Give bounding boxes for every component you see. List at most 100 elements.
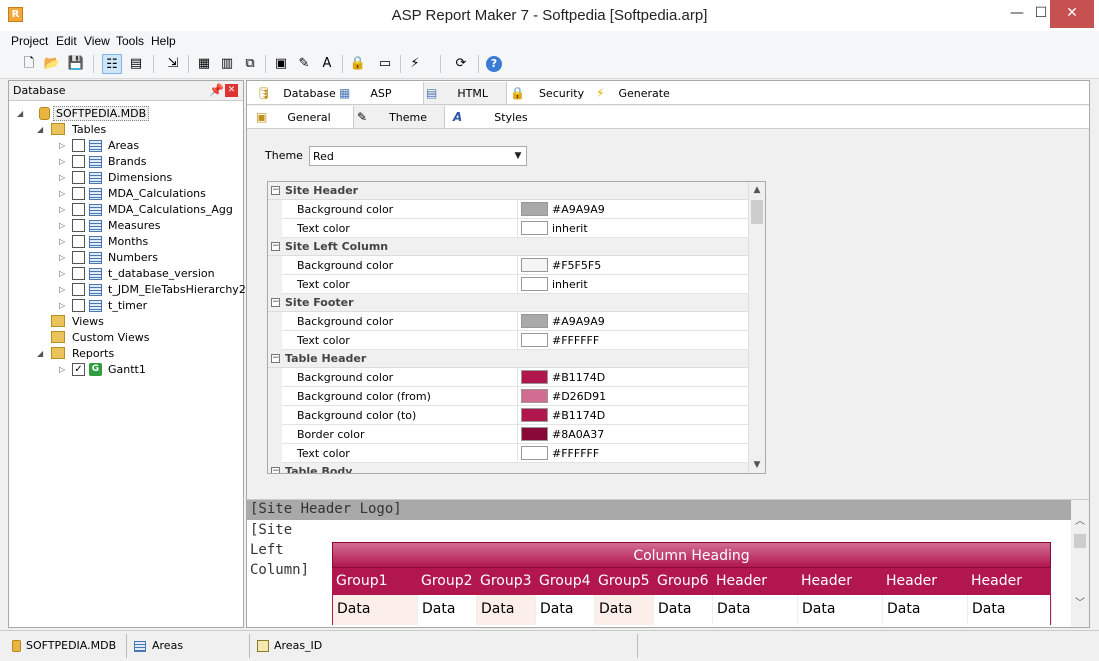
- property-row[interactable]: Background color #A9A9A9: [268, 312, 748, 331]
- property-grid-scrollbar[interactable]: ▲ ▼: [748, 182, 765, 473]
- property-row[interactable]: Text color #FFFFFF: [268, 331, 748, 350]
- expand-icon[interactable]: ▷: [59, 221, 65, 230]
- property-value[interactable]: #D26D91: [552, 390, 606, 403]
- property-row[interactable]: Text color inherit: [268, 219, 748, 238]
- color-swatch[interactable]: [521, 408, 548, 422]
- scroll-up-icon[interactable]: ︿: [1072, 512, 1088, 528]
- property-value[interactable]: #B1174D: [552, 409, 605, 422]
- color-swatch[interactable]: [521, 277, 548, 291]
- scroll-thumb[interactable]: [751, 200, 763, 224]
- color-swatch[interactable]: [521, 370, 548, 384]
- theme-select[interactable]: Red ▼: [309, 146, 527, 166]
- property-value[interactable]: #8A0A37: [552, 428, 604, 441]
- property-category[interactable]: − Site Left Column: [268, 238, 748, 256]
- property-row[interactable]: Text color #FFFFFF: [268, 444, 748, 463]
- pin-icon[interactable]: 📌: [209, 83, 224, 97]
- property-row[interactable]: Background color (from) #D26D91: [268, 387, 748, 406]
- expand-icon[interactable]: ▷: [59, 365, 65, 374]
- table-checkbox[interactable]: [72, 235, 85, 248]
- property-category[interactable]: − Site Footer: [268, 294, 748, 312]
- menu-edit[interactable]: Edit: [56, 34, 77, 48]
- copy-table-icon[interactable]: ⧉: [240, 54, 260, 74]
- menu-view[interactable]: View: [84, 34, 110, 48]
- tab-theme[interactable]: ✎ Theme: [353, 106, 445, 128]
- table-checkbox[interactable]: [72, 171, 85, 184]
- property-value[interactable]: #FFFFFF: [552, 334, 599, 347]
- color-swatch[interactable]: [521, 202, 548, 216]
- save-icon[interactable]: 💾: [66, 54, 86, 74]
- property-row[interactable]: Background color #F5F5F5: [268, 256, 748, 275]
- scroll-down-icon[interactable]: ﹀: [1072, 594, 1088, 610]
- tree-view-icon[interactable]: ☷: [102, 54, 122, 74]
- scroll-up-icon[interactable]: ▲: [749, 182, 765, 198]
- expand-icon[interactable]: ▷: [59, 269, 65, 278]
- property-category[interactable]: − Table Header: [268, 350, 748, 368]
- expand-icon[interactable]: ▷: [59, 285, 65, 294]
- property-value[interactable]: #F5F5F5: [552, 259, 601, 272]
- expand-icon[interactable]: ▷: [59, 173, 65, 182]
- menu-help[interactable]: Help: [151, 34, 176, 48]
- expand-icon[interactable]: ▷: [59, 301, 65, 310]
- expand-icon[interactable]: ▷: [59, 157, 65, 166]
- panel-close-icon[interactable]: ✕: [225, 84, 238, 97]
- expand-icon[interactable]: ▷: [59, 189, 65, 198]
- chevron-down-icon[interactable]: ▼: [510, 147, 526, 165]
- page-yellow-icon[interactable]: ▣: [271, 54, 291, 74]
- font-style-icon[interactable]: A: [317, 54, 337, 74]
- collapse-icon[interactable]: −: [271, 354, 280, 363]
- close-button[interactable]: ✕: [1050, 0, 1094, 28]
- property-row[interactable]: Background color #B1174D: [268, 368, 748, 387]
- collapse-icon[interactable]: ◢: [37, 349, 43, 358]
- report-checkbox[interactable]: ✓: [72, 363, 85, 376]
- scroll-thumb[interactable]: [1074, 534, 1086, 548]
- table-checkbox[interactable]: [72, 203, 85, 216]
- tab-styles[interactable]: A Styles: [453, 106, 543, 128]
- table-checkbox[interactable]: [72, 187, 85, 200]
- help-icon[interactable]: ?: [486, 56, 502, 72]
- property-value[interactable]: #FFFFFF: [552, 447, 599, 460]
- refresh-icon[interactable]: ⟳: [451, 54, 471, 74]
- property-value[interactable]: #A9A9A9: [552, 203, 605, 216]
- collapse-icon[interactable]: −: [271, 298, 280, 307]
- table-checkbox[interactable]: [72, 139, 85, 152]
- menu-project[interactable]: Project: [11, 34, 48, 48]
- collapse-icon[interactable]: −: [271, 467, 280, 473]
- tab-security[interactable]: 🔒 Security: [510, 82, 592, 104]
- collapse-icon[interactable]: −: [271, 186, 280, 195]
- lightning-icon[interactable]: ⚡: [405, 54, 425, 74]
- color-swatch[interactable]: [521, 389, 548, 403]
- tab-database[interactable]: 🛢 Database: [253, 82, 336, 104]
- collapse-icon[interactable]: −: [271, 242, 280, 251]
- property-value[interactable]: inherit: [552, 278, 588, 291]
- property-category[interactable]: − Table Body: [268, 463, 748, 473]
- tab-general[interactable]: ▣ General: [256, 106, 348, 128]
- table-checkbox[interactable]: [72, 267, 85, 280]
- collapse-icon[interactable]: ◢: [37, 125, 43, 134]
- expand-icon[interactable]: ▷: [59, 141, 65, 150]
- expand-icon[interactable]: ▷: [59, 253, 65, 262]
- property-row[interactable]: Background color (to) #B1174D: [268, 406, 748, 425]
- property-row[interactable]: Background color #A9A9A9: [268, 200, 748, 219]
- property-value[interactable]: inherit: [552, 222, 588, 235]
- new-file-icon[interactable]: 🗋: [19, 54, 39, 74]
- table-checkbox[interactable]: [72, 251, 85, 264]
- table-add-icon[interactable]: ▦: [194, 54, 214, 74]
- lock-icon[interactable]: 🔒: [348, 54, 368, 74]
- window-icon[interactable]: ▤: [126, 54, 146, 74]
- property-row[interactable]: Border color #8A0A37: [268, 425, 748, 444]
- tab-generate[interactable]: ⚡ Generate: [596, 82, 678, 104]
- color-swatch[interactable]: [521, 333, 548, 347]
- table-checkbox[interactable]: [72, 299, 85, 312]
- property-value[interactable]: #A9A9A9: [552, 315, 605, 328]
- expand-icon[interactable]: ▷: [59, 205, 65, 214]
- table-checkbox[interactable]: [72, 219, 85, 232]
- property-category[interactable]: − Site Header: [268, 182, 748, 200]
- color-swatch[interactable]: [521, 446, 548, 460]
- color-swatch[interactable]: [521, 314, 548, 328]
- server-icon[interactable]: ▭: [375, 54, 395, 74]
- tab-asp[interactable]: ▦ ASP: [339, 82, 417, 104]
- color-swatch[interactable]: [521, 427, 548, 441]
- database-arrow-icon[interactable]: ⇲: [163, 54, 183, 74]
- collapse-icon[interactable]: ◢: [17, 109, 23, 118]
- expand-icon[interactable]: ▷: [59, 237, 65, 246]
